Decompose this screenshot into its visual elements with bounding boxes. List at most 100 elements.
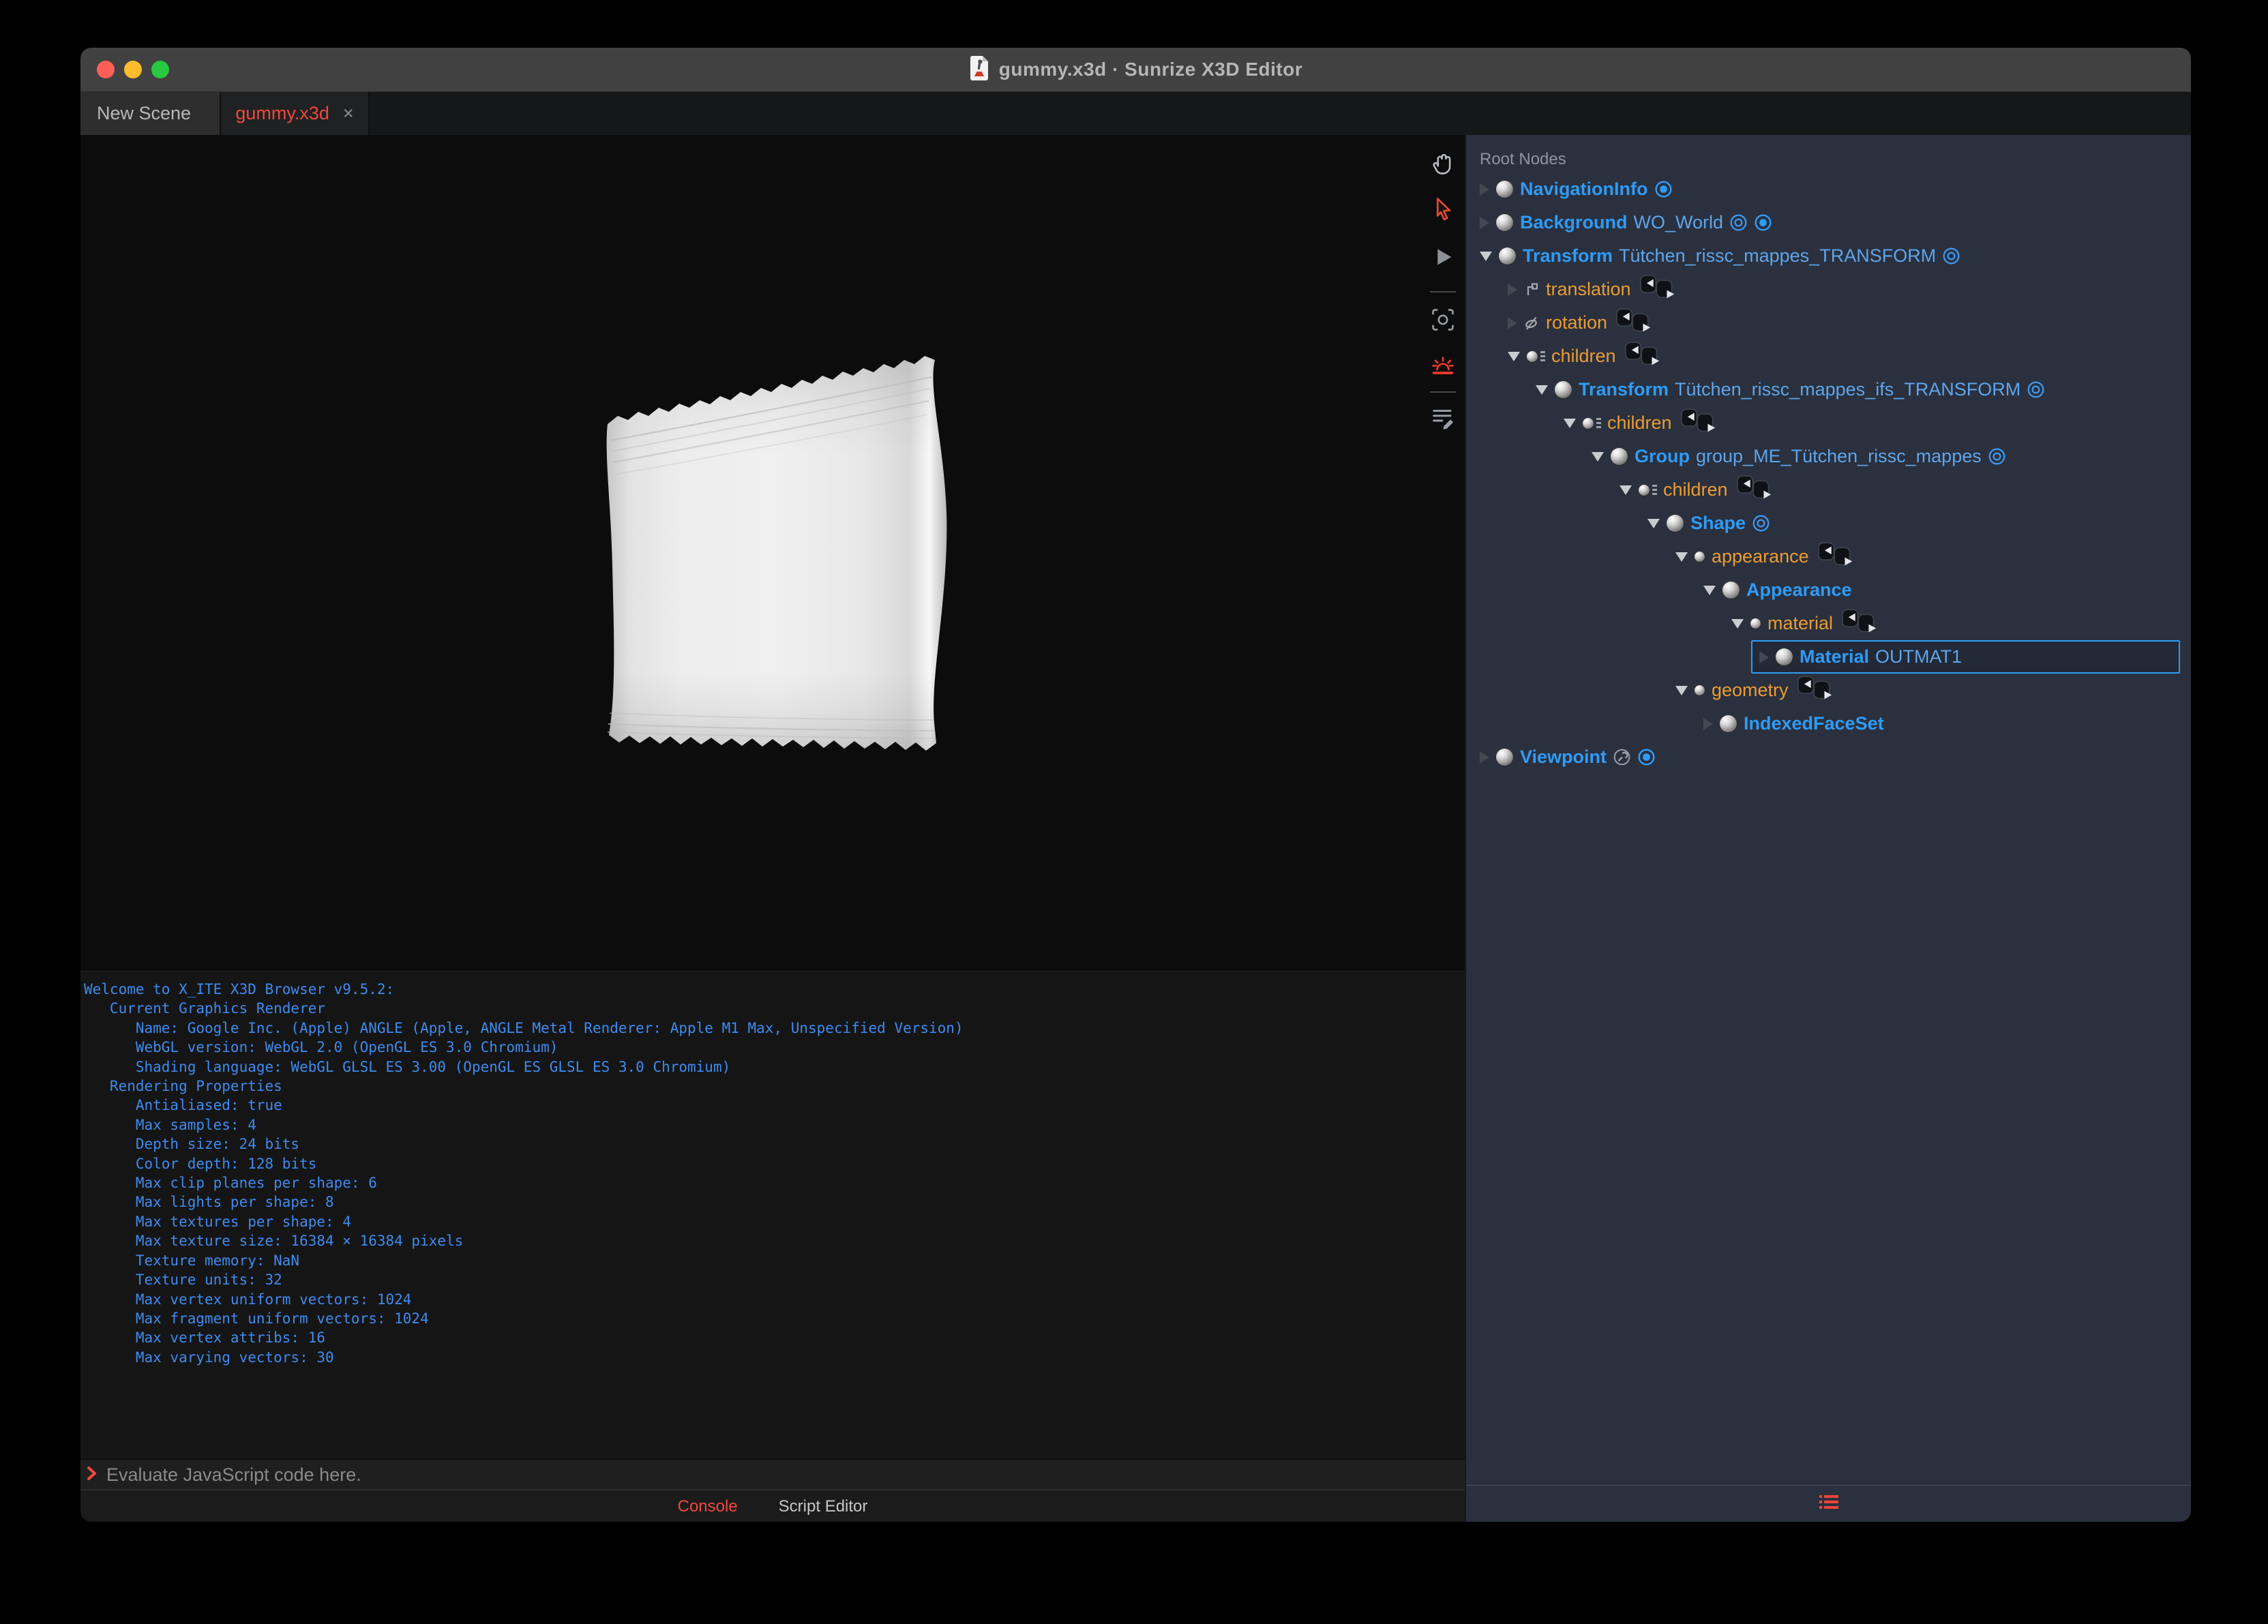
titlebar[interactable]: gummy.x3d · Sunrize X3D Editor [80,48,2191,92]
outline-list-icon[interactable] [1818,1493,1840,1514]
tree-row-appearance[interactable]: Appearance [1695,573,2180,607]
console-line: Texture units: 32 [84,1272,282,1289]
tab-bar: New Scene gummy.x3d × [80,92,2191,135]
route-connector-icon[interactable] [1624,342,1660,371]
tree-row-material[interactable]: material [1723,607,2180,640]
tree-row-group[interactable]: Group group_ME_Tütchen_rissc_mappes [1583,440,2180,473]
route-connector-icon[interactable] [1736,475,1772,505]
collapse-arrow-icon[interactable] [1536,385,1548,395]
console-line: Antialiased: true [84,1097,282,1114]
collapse-arrow-icon[interactable] [1731,618,1744,629]
expand-arrow-icon[interactable] [1508,316,1517,329]
tab-close-icon[interactable]: × [343,104,354,123]
node-type-label: Transform [1523,245,1613,266]
tree-row-children[interactable]: children [1611,473,2180,507]
collapse-arrow-icon[interactable] [1508,351,1520,361]
node-field-icon [1750,618,1761,629]
outline-footer [1466,1485,2191,1522]
route-connector-icon[interactable] [1639,275,1675,304]
script-edit-icon[interactable] [1429,404,1457,431]
viewport-3d[interactable] [80,135,1465,971]
tool-icon[interactable] [1613,748,1631,766]
tab-gummy-x3d[interactable]: gummy.x3d × [221,92,370,135]
tree-row-rotation[interactable]: rotation [1499,306,2180,340]
tree-row-children[interactable]: children [1555,406,2180,440]
console-line: Max varying vectors: 30 [84,1349,334,1366]
visibility-icon[interactable] [1988,447,2006,466]
tree-row-appearance[interactable]: appearance [1667,540,2180,573]
visibility-icon[interactable] [1752,514,1770,532]
children-field-icon [1638,483,1657,496]
console-line: Max fragment uniform vectors: 1024 [84,1310,429,1327]
tree-row-indexedfaceset[interactable]: IndexedFaceSet [1695,707,2180,740]
route-connector-icon[interactable] [1680,408,1716,438]
play-icon[interactable] [1429,243,1457,271]
console-input-placeholder[interactable]: Evaluate JavaScript code here. [106,1464,361,1486]
visibility-icon[interactable] [1729,213,1748,232]
tab-new-scene[interactable]: New Scene [80,92,221,135]
tree-row-geometry[interactable]: geometry [1667,674,2180,707]
expand-arrow-icon[interactable] [1508,283,1517,296]
console-line: Max samples: 4 [84,1116,256,1133]
route-connector-icon[interactable] [1616,308,1652,337]
route-connector-icon[interactable] [1817,542,1853,571]
tree-row-translation[interactable]: translation [1499,273,2180,306]
node-def-name: Tütchen_rissc_mappes_ifs_TRANSFORM [1675,379,2021,400]
collapse-arrow-icon[interactable] [1675,685,1688,695]
outline-header: Root Nodes [1480,150,1566,168]
tree-row-shape[interactable]: Shape [1639,507,2180,540]
route-connector-icon[interactable] [1842,609,1877,638]
console-output[interactable]: Welcome to X_ITE X3D Browser v9.5.2: Cur… [80,971,1465,1459]
children-field-icon [1582,417,1601,430]
visibility-icon[interactable] [1942,247,1960,265]
collapse-arrow-icon[interactable] [1703,585,1716,595]
collapse-arrow-icon[interactable] [1592,451,1604,462]
screenshot-icon[interactable] [1429,306,1457,333]
prompt-icon [86,1464,98,1486]
collapse-arrow-icon[interactable] [1675,552,1688,562]
expand-arrow-icon[interactable] [1703,717,1713,730]
expand-arrow-icon[interactable] [1480,751,1489,764]
bind-icon[interactable] [1637,748,1656,766]
node-type-label: Transform [1579,379,1669,400]
console-line: Welcome to X_ITE X3D Browser v9.5.2: [84,981,395,997]
node-def-name: WO_World [1633,212,1724,232]
collapse-arrow-icon[interactable] [1647,518,1660,528]
node-type-label: IndexedFaceSet [1744,713,1884,734]
tree-row-background[interactable]: Background WO_World [1472,206,2180,239]
children-field-icon [1526,350,1545,363]
pan-hand-icon[interactable] [1429,150,1457,177]
collapse-arrow-icon[interactable] [1620,485,1632,495]
console-tab-strip: Console Script Editor [80,1491,1465,1522]
expand-arrow-icon[interactable] [1759,650,1769,663]
node-def-name: group_ME_Tütchen_rissc_mappes [1696,446,1982,466]
tree-row-children[interactable]: children [1499,340,2180,373]
expand-arrow-icon[interactable] [1480,183,1489,196]
sunrise-light-icon[interactable] [1429,352,1457,380]
tree-row-material[interactable]: Material OUTMAT1 [1751,640,2180,674]
field-name-label: children [1607,412,1672,433]
tab-script-editor[interactable]: Script Editor [779,1497,868,1516]
node-field-icon [1694,685,1705,696]
collapse-arrow-icon[interactable] [1480,251,1492,261]
console-line: Max vertex uniform vectors: 1024 [84,1291,412,1308]
tree-row-transform[interactable]: Transform Tütchen_rissc_mappes_ifs_TRANSF… [1527,373,2180,406]
tree-row-navigationinfo[interactable]: NavigationInfo [1472,172,2180,206]
bind-icon[interactable] [1654,180,1673,198]
node-type-label: Background [1520,212,1628,232]
route-connector-icon[interactable] [1797,676,1833,705]
expand-arrow-icon[interactable] [1480,216,1489,229]
select-arrow-icon[interactable] [1429,196,1457,223]
node-sphere-icon [1775,648,1793,666]
tree-row-transform[interactable]: Transform Tütchen_rissc_mappes_TRANSFORM [1472,239,2180,273]
collapse-arrow-icon[interactable] [1564,418,1576,428]
document-icon [969,55,989,85]
visibility-icon[interactable] [2027,380,2045,399]
node-sphere-icon [1722,581,1740,599]
console-input-row[interactable]: Evaluate JavaScript code here. [80,1459,1465,1490]
bind-icon[interactable] [1754,213,1772,232]
node-def-name: Tütchen_rissc_mappes_TRANSFORM [1619,245,1937,266]
tree-row-viewpoint[interactable]: Viewpoint [1472,740,2180,774]
tab-console[interactable]: Console [678,1497,738,1516]
editor-left-area: Welcome to X_ITE X3D Browser v9.5.2: Cur… [80,135,1465,1522]
